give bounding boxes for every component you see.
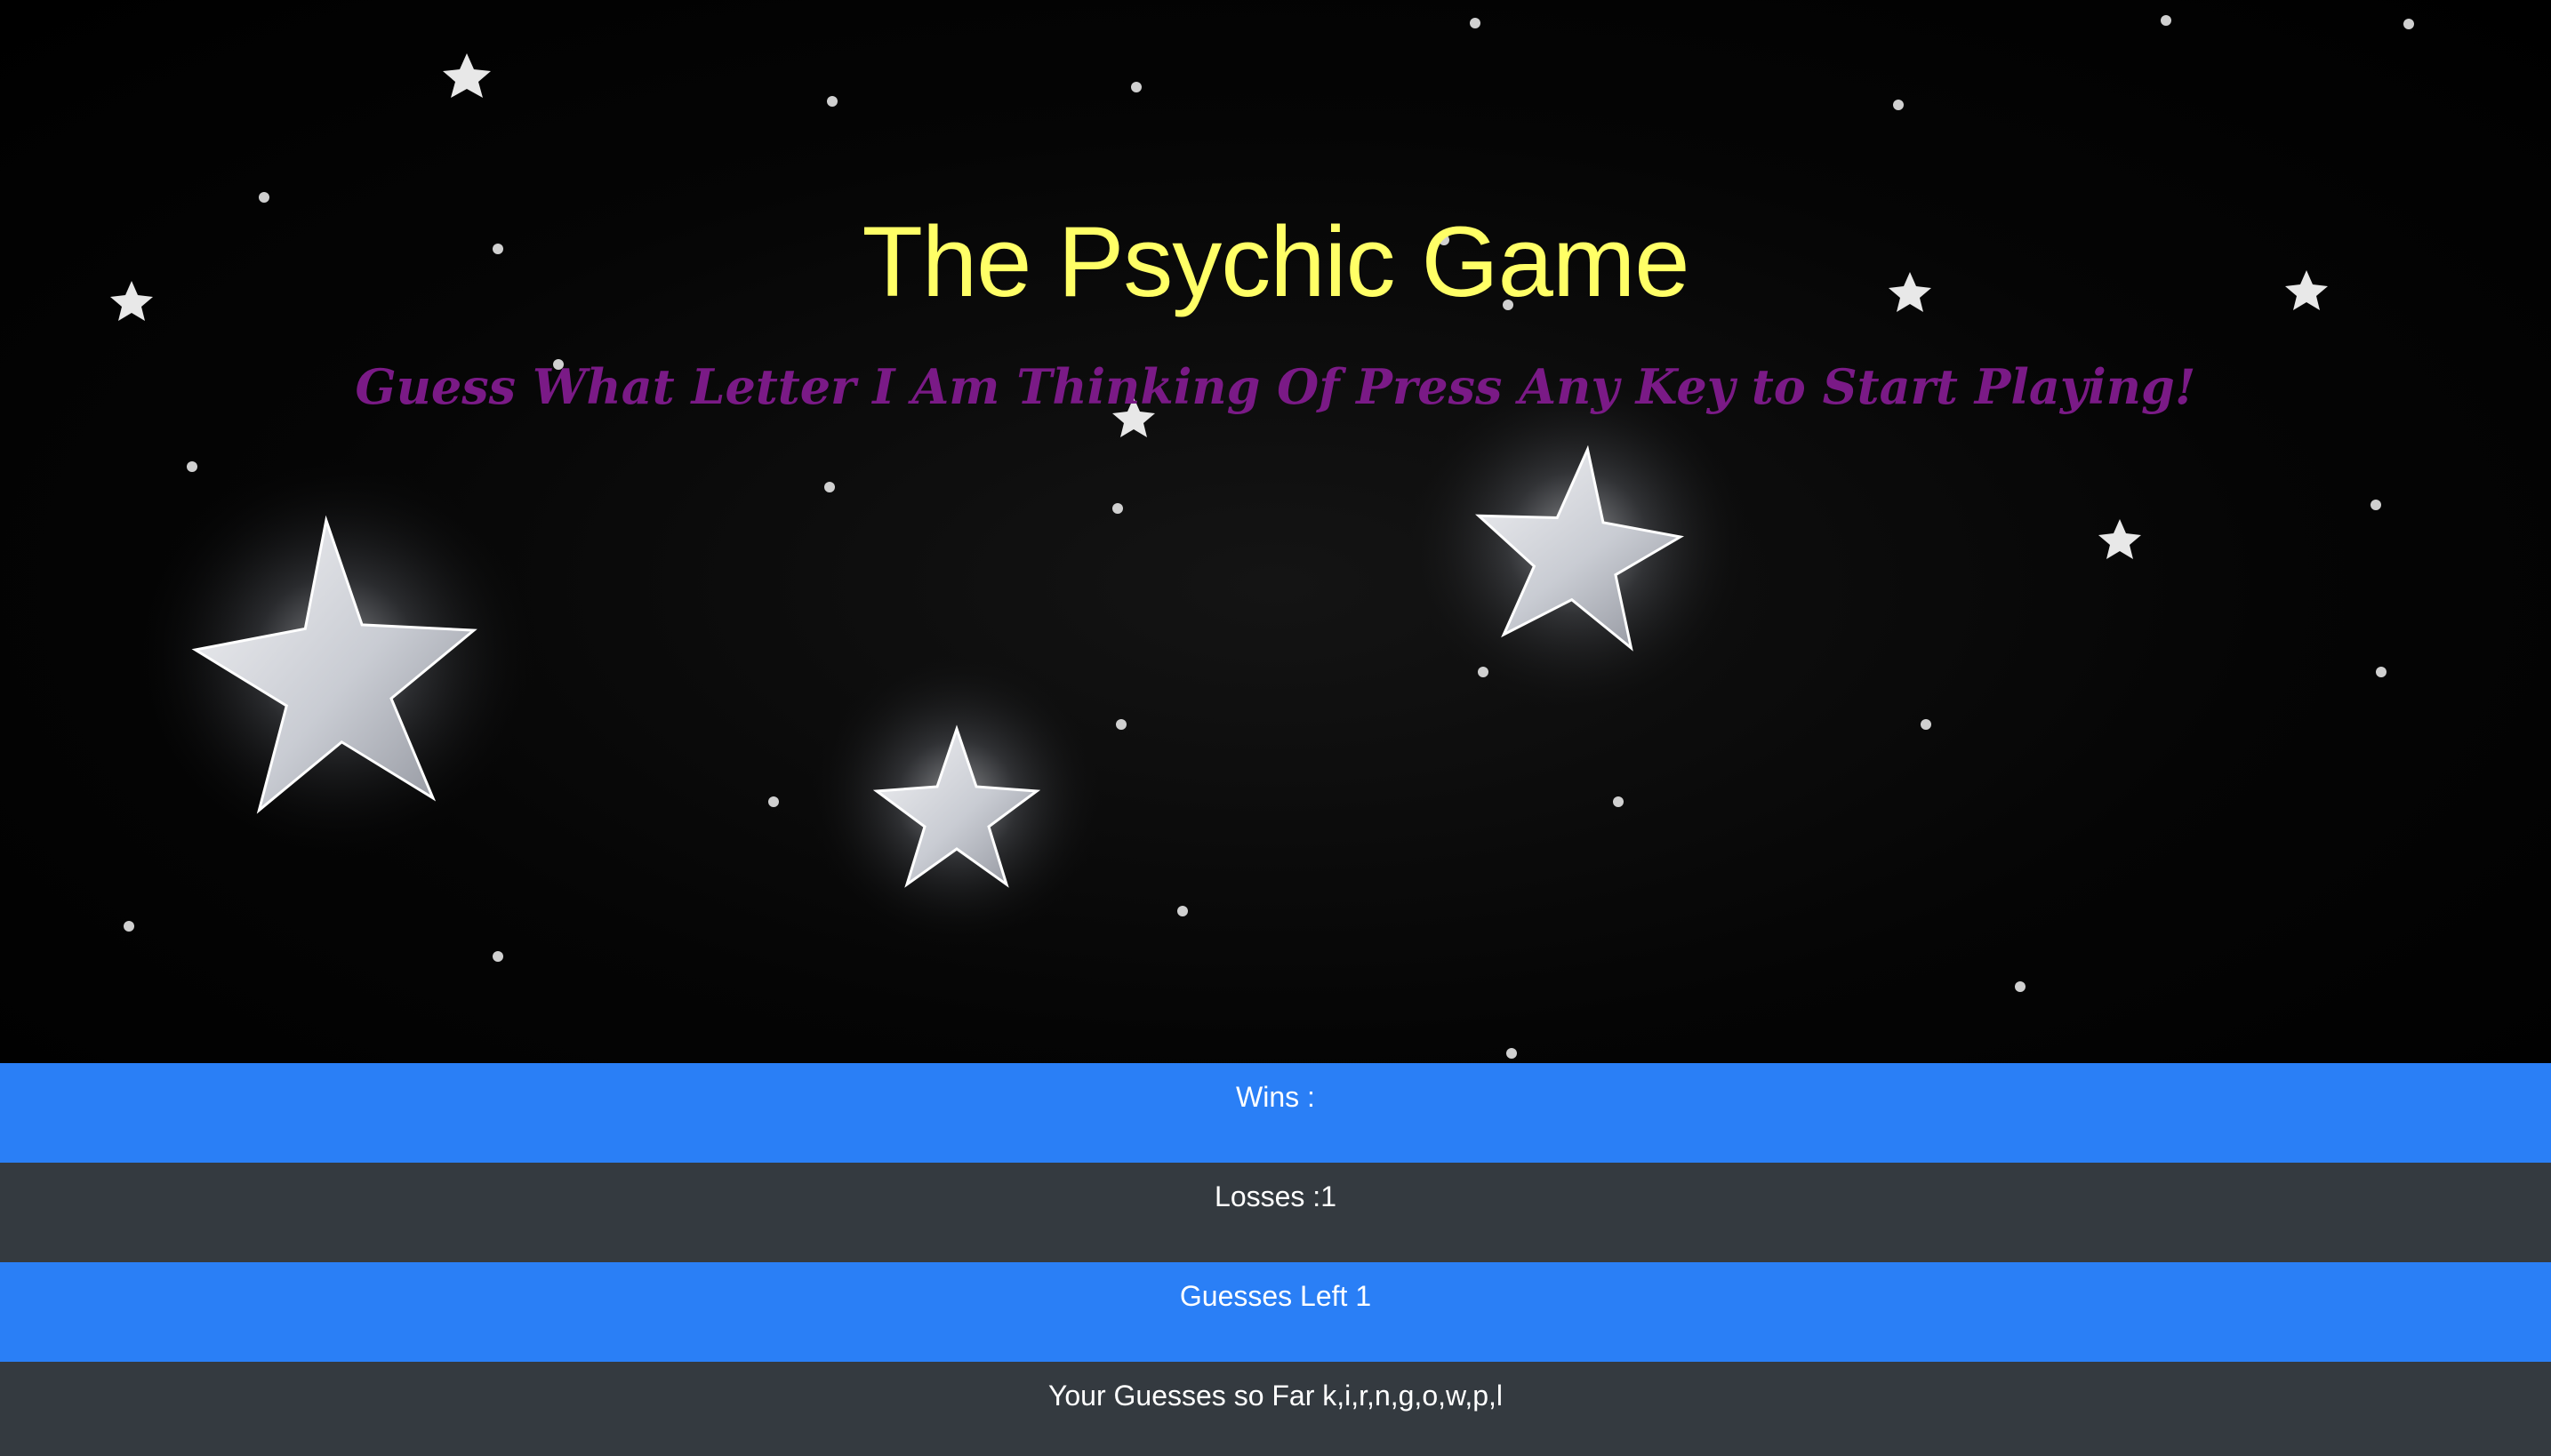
guesses-left-counter: Guesses Left 1 (0, 1262, 2551, 1362)
psychic-game-page: The Psychic Game Guess What Letter I Am … (0, 0, 2551, 1456)
starry-hero: The Psychic Game Guess What Letter I Am … (0, 0, 2551, 1063)
guesses-so-far: Your Guesses so Far k,i,r,n,g,o,w,p,l (0, 1362, 2551, 1456)
instructions-subtitle: Guess What Letter I Am Thinking Of Press… (355, 358, 2196, 415)
wins-counter: Wins : (0, 1063, 2551, 1163)
losses-counter: Losses :1 (0, 1163, 2551, 1262)
page-title: The Psychic Game (862, 206, 1689, 317)
hanging-stars-icon (110, 0, 2414, 1063)
